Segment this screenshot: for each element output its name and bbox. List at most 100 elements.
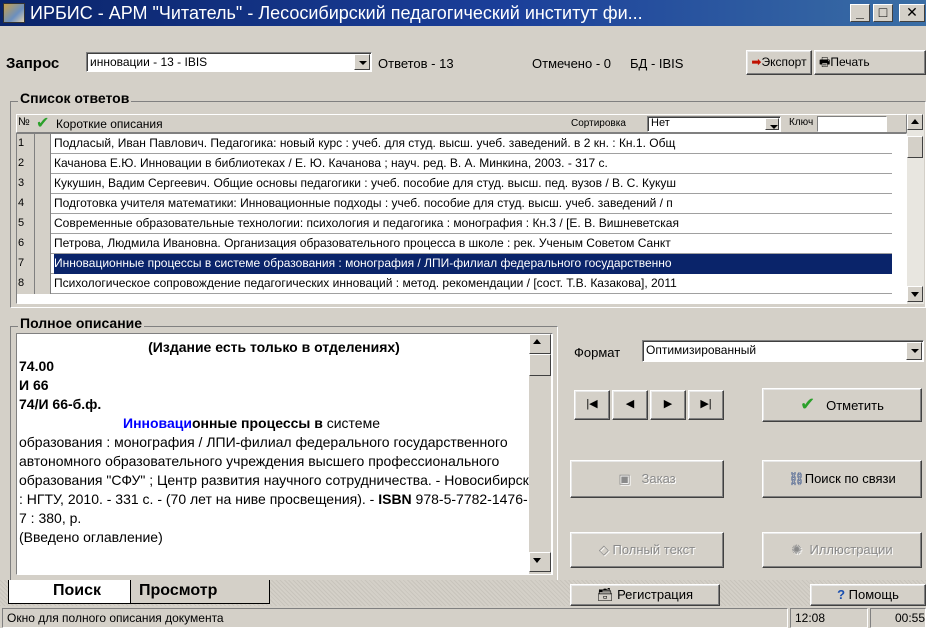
link-search-icon: ⛓ [788, 471, 805, 486]
tab-search[interactable]: Поиск [8, 580, 132, 604]
title-line: Инновационные процессы в системе [123, 415, 381, 431]
row-mark-cell[interactable] [35, 234, 51, 254]
sort-combo[interactable]: Нет [647, 116, 781, 132]
table-row[interactable]: 7 Инновационные процессы в системе образо… [17, 254, 892, 274]
full-description-text: (Издание есть только в отделениях) 74.00… [19, 338, 529, 547]
row-mark-cell[interactable] [35, 154, 51, 174]
status-text: Окно для полного описания документа [2, 608, 788, 628]
row-mark-cell[interactable] [35, 174, 51, 194]
class-code: 74.00 [19, 358, 55, 374]
results-header: № ✔ Короткие описания Сортировка Нет Клю… [16, 114, 907, 133]
scroll-up-icon[interactable] [529, 334, 551, 354]
row-number: 7 [17, 254, 35, 274]
db-name: БД - IBIS [630, 56, 684, 71]
prev-record-icon[interactable]: ◀ [612, 390, 648, 420]
row-short-description: Современные образовательные технологии: … [54, 216, 679, 230]
row-short-description: Кукушин, Вадим Сергеевич. Общие основы п… [54, 176, 676, 190]
last-record-icon[interactable]: ▶| [688, 390, 724, 420]
row-number: 1 [17, 134, 35, 154]
row-mark-cell[interactable] [35, 274, 51, 294]
table-row[interactable]: 6 Петрова, Людмила Ивановна. Организация … [17, 234, 892, 254]
row-short-description: Психологическое сопровождение педагогиче… [54, 276, 677, 290]
row-number: 2 [17, 154, 35, 174]
table-row[interactable]: 1 Подласый, Иван Павлович. Педагогика: но… [17, 134, 892, 154]
format-combo[interactable]: Оптимизированный [642, 340, 924, 362]
table-row[interactable]: 2 Качанова Е.Ю. Инновации в библиотеках /… [17, 154, 892, 174]
chevron-down-icon[interactable] [765, 118, 779, 130]
order-button[interactable]: ▣ Заказ [570, 460, 724, 498]
query-label: Запрос [6, 55, 60, 72]
printer-icon: 🖶 [819, 55, 831, 69]
answers-count: Ответов - 13 [378, 56, 454, 71]
row-number: 8 [17, 274, 35, 294]
row-number: 3 [17, 174, 35, 194]
export-button[interactable]: ➡Экспорт [746, 50, 812, 75]
key-input[interactable] [817, 116, 887, 132]
title-bar[interactable]: ИРБИС - АРМ "Читатель" - Лесосибирский п… [0, 0, 926, 26]
row-number: 5 [17, 214, 35, 234]
format-label: Формат [574, 345, 621, 360]
row-mark-cell[interactable] [35, 254, 51, 274]
illustrations-icon: ✺ [791, 542, 803, 557]
column-short-desc[interactable]: Короткие описания [56, 117, 163, 131]
row-short-description: Подласый, Иван Павлович. Педагогика: нов… [54, 136, 676, 150]
tab-view[interactable]: Просмотр [130, 580, 270, 604]
table-row[interactable]: 3 Кукушин, Вадим Сергеевич. Общие основы … [17, 174, 892, 194]
scroll-down-icon[interactable] [907, 286, 923, 302]
next-record-icon[interactable]: ▶ [650, 390, 686, 420]
key-label: Ключ [789, 117, 814, 128]
maximize-icon[interactable]: □ [873, 4, 893, 22]
registration-button[interactable]: 🗃 Регистрация [570, 584, 720, 606]
minimize-icon[interactable]: _ [850, 4, 870, 22]
full-text-icon: ◇ [598, 542, 609, 557]
status-time: 12:08 [790, 608, 868, 628]
table-row[interactable]: 8 Психологическое сопровождение педагогич… [17, 274, 892, 294]
scroll-thumb[interactable] [907, 136, 923, 158]
scroll-down-icon[interactable] [529, 552, 551, 572]
row-mark-cell[interactable] [35, 194, 51, 214]
full-description[interactable]: (Издание есть только в отделениях) 74.00… [16, 333, 553, 575]
registration-icon: 🗃 [596, 587, 614, 602]
illustrations-button[interactable]: ✺ Иллюстрации [762, 532, 922, 568]
query-combo[interactable]: инновации - 13 - IBIS [86, 52, 372, 72]
close-icon[interactable]: ✕ [899, 4, 925, 22]
help-icon: ? [837, 587, 846, 602]
row-mark-cell[interactable] [35, 214, 51, 234]
marked-count: Отмечено - 0 [532, 56, 611, 71]
full-desc-label: Полное описание [18, 315, 145, 331]
table-row[interactable]: 5 Современные образовательные технологии:… [17, 214, 892, 234]
contents-note: (Введено оглавление) [19, 529, 163, 545]
full-text-button[interactable]: ◇ Полный текст [570, 532, 724, 568]
row-short-description: Инновационные процессы в системе образов… [54, 254, 892, 274]
app-icon[interactable] [3, 3, 25, 23]
author-sign: И 66 [19, 377, 49, 393]
shelf-mark: 74/И 66-б.ф. [19, 396, 102, 412]
row-number: 4 [17, 194, 35, 214]
link-search-button[interactable]: ⛓Поиск по связи [762, 460, 922, 498]
chevron-down-icon[interactable] [906, 342, 922, 360]
results-scrollbar[interactable] [907, 114, 924, 304]
column-num[interactable]: № [18, 116, 30, 128]
row-mark-cell[interactable] [35, 134, 51, 154]
record-navigator: |◀ ◀ ▶ ▶| [574, 390, 726, 420]
check-icon: ✔ [800, 394, 816, 414]
mark-button[interactable]: ✔ Отметить [762, 388, 922, 422]
help-button[interactable]: ? Помощь [810, 584, 926, 606]
order-icon: ▣ [618, 471, 631, 486]
desc-scrollbar[interactable] [529, 334, 551, 574]
table-row[interactable]: 4 Подготовка учителя математики: Инноваци… [17, 194, 892, 214]
print-button[interactable]: 🖶Печать [814, 50, 926, 75]
first-record-icon[interactable]: |◀ [574, 390, 610, 420]
row-short-description: Подготовка учителя математики: Инновацио… [54, 196, 673, 210]
chevron-down-icon[interactable] [354, 54, 370, 70]
scroll-thumb[interactable] [529, 354, 551, 376]
check-icon[interactable]: ✔ [36, 115, 52, 132]
results-grid[interactable]: 1 Подласый, Иван Павлович. Педагогика: но… [16, 133, 907, 304]
export-icon: ➡ [751, 55, 762, 69]
row-short-description: Петрова, Людмила Ивановна. Организация о… [54, 236, 671, 250]
status-timer: 00:55 [870, 608, 926, 628]
scroll-up-icon[interactable] [907, 114, 923, 130]
description-body: образования : монография / ЛПИ-филиал фе… [19, 434, 529, 526]
availability-note: (Издание есть только в отделениях) [148, 339, 400, 355]
row-short-description: Качанова Е.Ю. Инновации в библиотеках / … [54, 156, 608, 170]
